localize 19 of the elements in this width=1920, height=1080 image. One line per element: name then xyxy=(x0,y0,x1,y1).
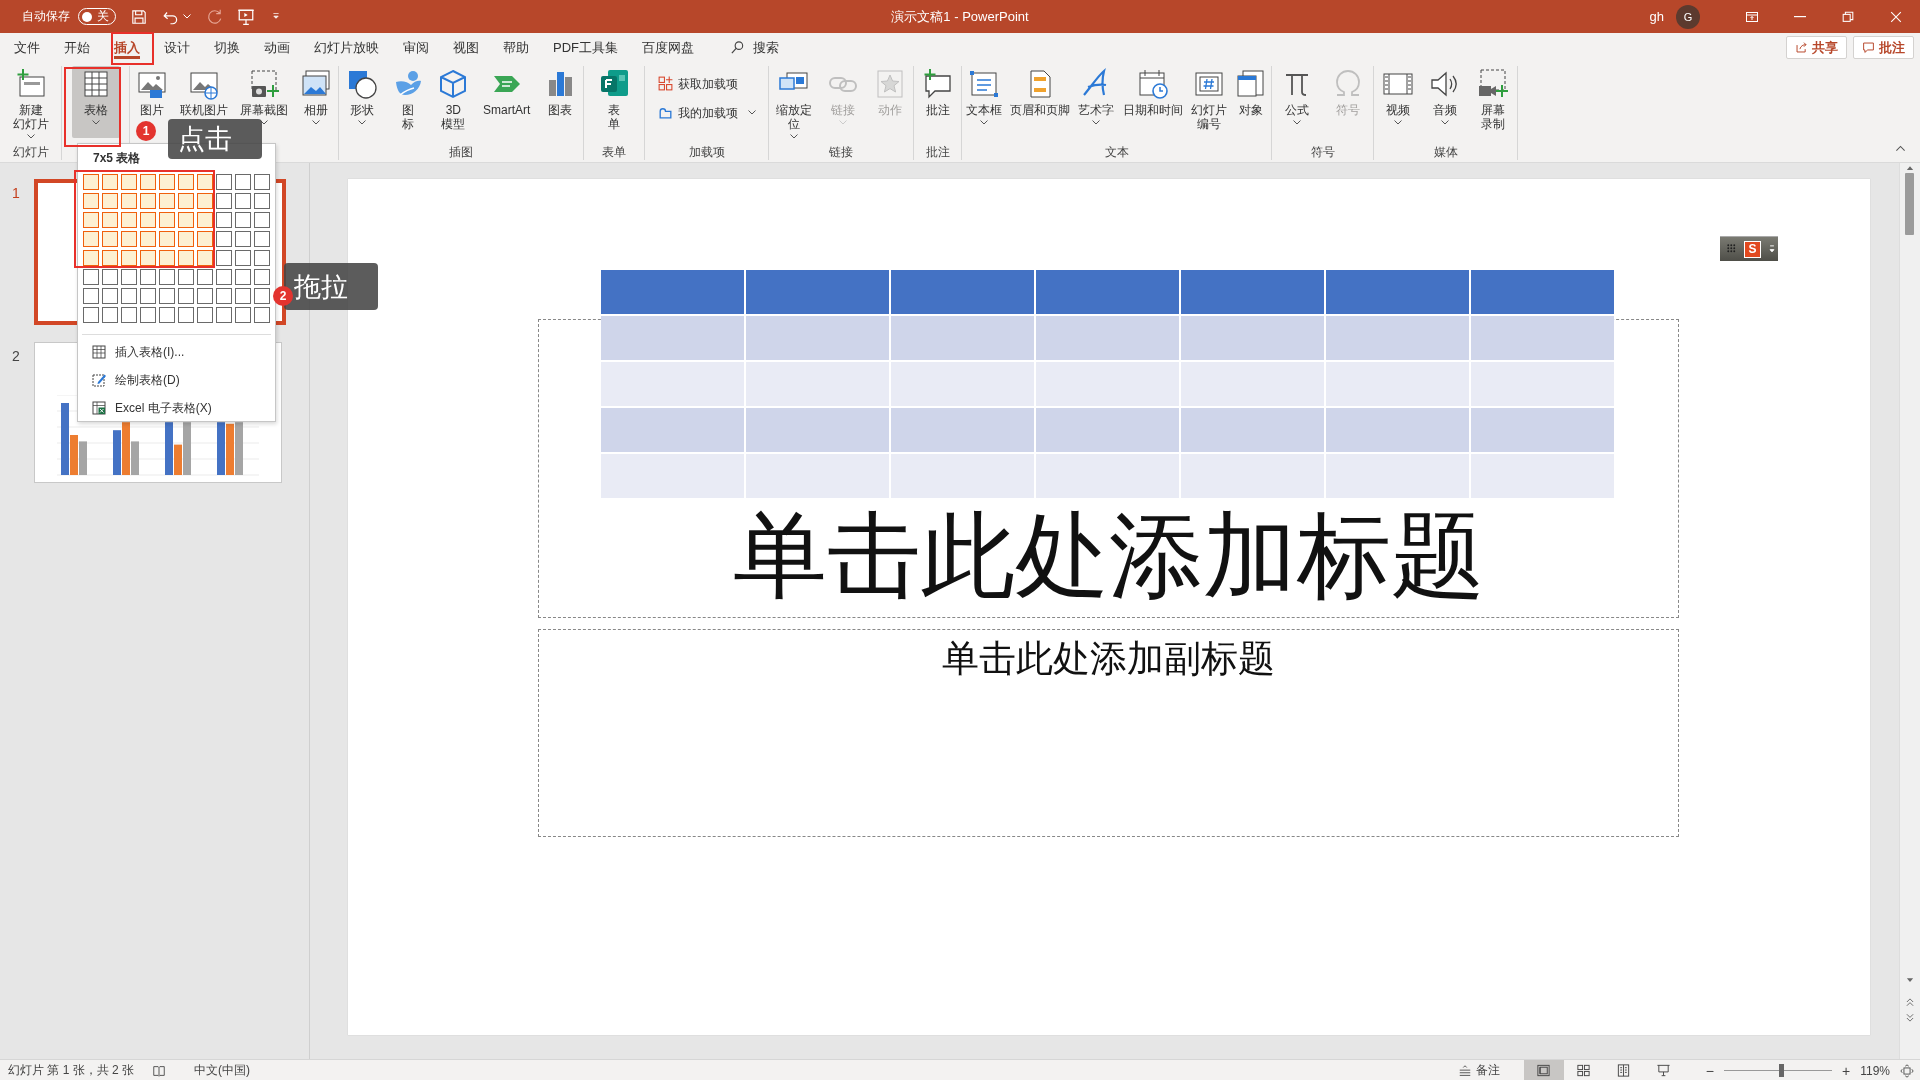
group-label: 批注 xyxy=(924,144,951,160)
slide-counter: 幻灯片 第 1 张，共 2 张 xyxy=(8,1062,135,1079)
user-name: gh xyxy=(1649,9,1664,24)
group-label: 加载项 xyxy=(687,144,726,160)
ime-logo: S xyxy=(1744,240,1761,258)
window-title: 演示文稿1 - PowerPoint xyxy=(891,7,1029,26)
zoom-percent: 119% xyxy=(1860,1063,1890,1078)
slide-number: 2 xyxy=(12,347,21,366)
group-label: 媒体 xyxy=(1432,144,1459,160)
group-label: 链接 xyxy=(828,144,854,160)
group-label: 符号 xyxy=(1309,144,1336,160)
group-label: 幻灯片 xyxy=(11,144,50,160)
grid-size-label: 7x5 表格 xyxy=(92,150,142,167)
callout-tooltip: 点击 xyxy=(168,119,262,159)
group-label: 文本 xyxy=(1103,144,1130,160)
group-label: 插图 xyxy=(448,144,474,160)
autosave-label: 自动保存 xyxy=(22,8,70,25)
slide-number: 1 xyxy=(12,184,21,203)
group-label: 表单 xyxy=(601,144,627,160)
